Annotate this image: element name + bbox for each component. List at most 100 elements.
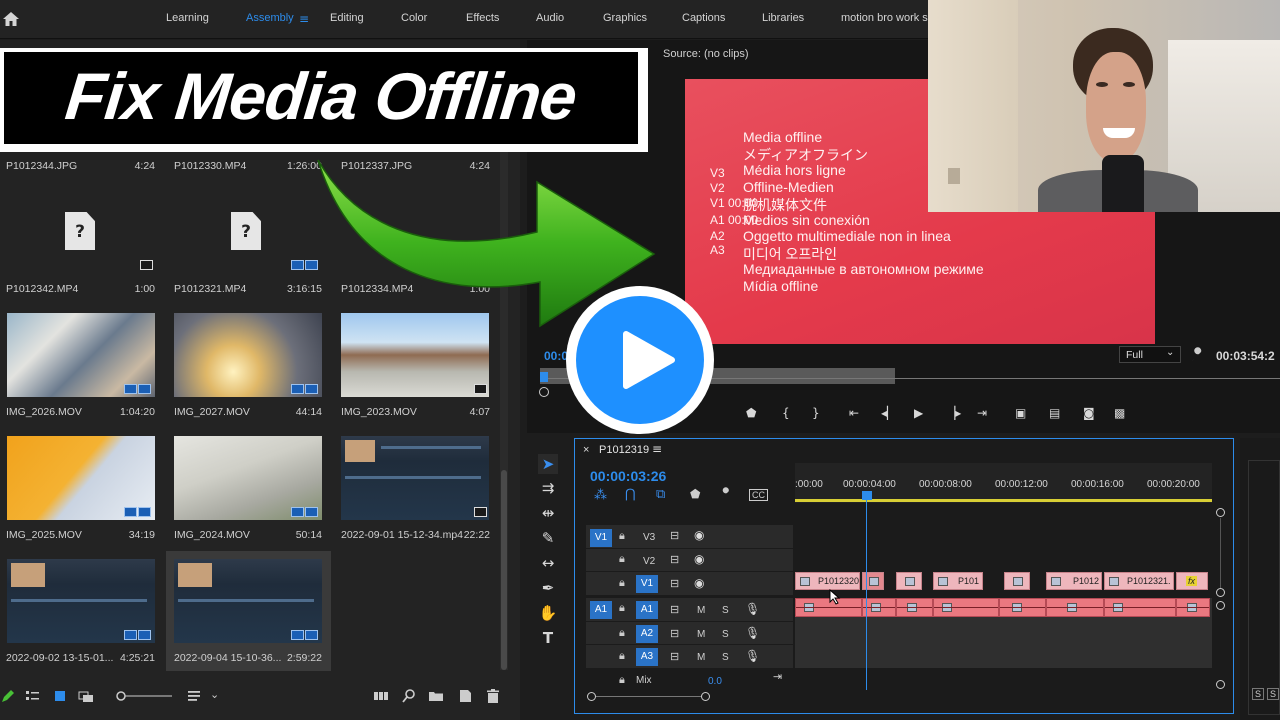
sync-lock-icon[interactable]: ⊟	[670, 577, 679, 590]
vscroll-handle[interactable]	[1216, 601, 1225, 610]
lock-icon[interactable]: 🔒︎	[619, 627, 625, 640]
solo-button[interactable]: S	[722, 629, 729, 640]
video-thumbnail[interactable]	[174, 436, 322, 520]
hscroll-track[interactable]	[596, 696, 701, 697]
track-target-a1[interactable]: A1	[636, 601, 658, 619]
source-scroll-handle[interactable]	[539, 387, 549, 397]
project-scrollbar-thumb[interactable]	[501, 470, 507, 670]
workspace-learning[interactable]: Learning	[166, 12, 209, 24]
chevron-down-icon[interactable]: ⌄	[210, 688, 219, 701]
item-name[interactable]: IMG_2025.MOV	[6, 529, 82, 541]
audio-clip[interactable]	[862, 598, 896, 617]
ripple-edit-tool-icon[interactable]: ⇹	[538, 503, 558, 523]
timeline-playhead-line[interactable]	[866, 500, 867, 690]
solo-button[interactable]: S	[722, 652, 729, 663]
track-name[interactable]: V3	[643, 532, 655, 543]
workspace-audio[interactable]: Audio	[536, 12, 564, 24]
zoom-select[interactable]: Full ⌄	[1119, 346, 1181, 363]
freeform-view-icon[interactable]	[78, 688, 94, 704]
vscroll-track[interactable]	[1220, 518, 1221, 588]
item-name[interactable]: P1012330.MP4	[174, 160, 246, 172]
step-back-icon[interactable]: ◂▏	[881, 406, 896, 420]
audio-clip[interactable]	[1104, 598, 1176, 617]
solo-button[interactable]: S	[1267, 688, 1280, 700]
track-target-v1[interactable]: V1	[636, 575, 658, 593]
video-clip[interactable]: fx	[1176, 572, 1208, 590]
new-bin-icon[interactable]	[428, 688, 444, 704]
add-marker-icon[interactable]: ⬟	[746, 406, 756, 420]
eye-icon[interactable]: ◉	[694, 576, 704, 590]
sort-icon[interactable]	[186, 688, 202, 704]
automate-sequence-icon[interactable]	[373, 688, 389, 704]
video-thumbnail[interactable]	[174, 313, 322, 397]
solo-button[interactable]: S	[722, 605, 729, 616]
play-icon[interactable]: ▶	[914, 406, 923, 420]
mix-value[interactable]: 0.0	[708, 676, 722, 687]
video-thumbnail[interactable]	[7, 313, 155, 397]
home-icon[interactable]	[2, 10, 20, 28]
go-to-end-icon[interactable]: ⇥	[773, 670, 782, 683]
selection-tool-icon[interactable]: ➤	[538, 454, 558, 474]
item-name[interactable]: P1012342.MP4	[6, 283, 78, 295]
lock-icon[interactable]: 🔒︎	[619, 602, 625, 615]
mute-button[interactable]: M	[697, 629, 705, 640]
lock-icon[interactable]: 🔒︎	[619, 674, 625, 687]
sequence-menu-icon[interactable]: ≡	[652, 442, 662, 456]
project-item-missing[interactable]: ?	[0, 176, 166, 298]
source-playhead[interactable]	[540, 372, 548, 382]
item-name[interactable]: IMG_2027.MOV	[174, 406, 250, 418]
hand-tool-icon[interactable]: ✋	[538, 603, 558, 623]
wrench-icon[interactable]	[1190, 347, 1206, 363]
trash-icon[interactable]	[485, 688, 501, 704]
search-icon[interactable]	[401, 688, 417, 704]
mute-button[interactable]: M	[697, 652, 705, 663]
solo-button[interactable]: S	[1252, 688, 1265, 700]
button-editor-icon[interactable]: ▩	[1114, 406, 1125, 420]
razor-tool-icon[interactable]: ✎	[538, 528, 558, 548]
lock-icon[interactable]: 🔒︎	[619, 553, 625, 566]
list-view-icon[interactable]	[24, 688, 40, 704]
microphone-icon[interactable]: 🎙︎	[745, 649, 760, 663]
export-frame-icon[interactable]: ◙	[1083, 406, 1095, 420]
item-name[interactable]: IMG_2026.MOV	[6, 406, 82, 418]
workspace-motion-bro[interactable]: motion bro work sp	[841, 12, 934, 24]
video-clip[interactable]	[1004, 572, 1030, 590]
video-thumbnail[interactable]	[174, 559, 322, 643]
source-timecode[interactable]: 00:0	[544, 349, 568, 363]
add-marker-icon[interactable]: ⬟	[690, 487, 700, 501]
timeline-timecode[interactable]: 00:00:03:26	[590, 468, 666, 484]
video-clip[interactable]	[896, 572, 922, 590]
vscroll-handle[interactable]	[1216, 680, 1225, 689]
linked-selection-icon[interactable]: ⧉	[656, 487, 665, 502]
vscroll-handle[interactable]	[1216, 588, 1225, 597]
go-to-in-icon[interactable]: ⇤	[849, 406, 859, 420]
mute-button[interactable]: M	[697, 605, 705, 616]
workspace-menu-icon[interactable]: ≡	[299, 12, 309, 26]
sync-lock-icon[interactable]: ⊟	[670, 627, 679, 640]
mark-in-icon[interactable]: {	[782, 406, 790, 420]
vscroll-handle[interactable]	[1216, 508, 1225, 517]
mark-out-icon[interactable]: }	[812, 406, 820, 420]
workspace-graphics[interactable]: Graphics	[603, 12, 647, 24]
item-name[interactable]: IMG_2024.MOV	[174, 529, 250, 541]
track-target-a2[interactable]: A2	[636, 625, 658, 643]
workspace-editing[interactable]: Editing	[330, 12, 364, 24]
lock-icon[interactable]: 🔒︎	[619, 530, 625, 543]
nest-icon[interactable]: ⁂	[594, 488, 607, 503]
audio-clip[interactable]	[1046, 598, 1104, 617]
slip-tool-icon[interactable]: ↔	[538, 553, 558, 573]
audio-clip[interactable]	[1176, 598, 1210, 617]
workspace-color[interactable]: Color	[401, 12, 427, 24]
insert-icon[interactable]: ▣	[1015, 406, 1026, 420]
track-name[interactable]: V2	[643, 556, 655, 567]
snap-icon[interactable]: ⋂	[625, 487, 636, 502]
project-item-missing[interactable]: ?	[166, 176, 332, 298]
sync-lock-icon[interactable]: ⊟	[670, 650, 679, 663]
track-target-a3[interactable]: A3	[636, 648, 658, 666]
lock-icon[interactable]: 🔒︎	[619, 650, 625, 663]
eye-icon[interactable]: ◉	[694, 528, 704, 542]
captions-button[interactable]: CC	[749, 489, 768, 501]
sequence-tab[interactable]: P1012319	[599, 444, 649, 456]
video-thumbnail[interactable]	[341, 436, 489, 520]
workspace-effects[interactable]: Effects	[466, 12, 499, 24]
